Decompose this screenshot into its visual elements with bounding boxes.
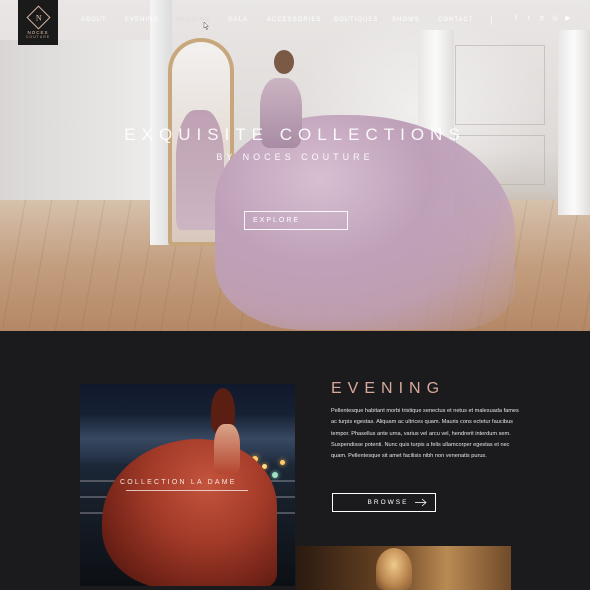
hero-subtitle: BY NOCES COUTURE xyxy=(216,152,374,162)
logo-diamond-icon: N xyxy=(25,4,51,30)
pinterest-icon[interactable]: p xyxy=(538,15,546,23)
twitter-icon[interactable]: t xyxy=(525,15,533,23)
nav-item-about[interactable]: ABOUT xyxy=(81,17,107,23)
hand-cursor-icon xyxy=(203,22,209,30)
gala-model xyxy=(376,548,412,590)
model-torso xyxy=(214,424,240,474)
explore-button[interactable]: EXPLORE xyxy=(244,211,348,230)
hero-column xyxy=(558,30,590,215)
social-links: f t p ◎ ▶ xyxy=(512,15,572,23)
logo-tagline: COUTURE xyxy=(25,34,51,39)
browse-button[interactable]: BROWSE xyxy=(332,493,436,512)
bokeh-light xyxy=(280,460,285,465)
collection-label[interactable]: COLLECTION LA DAME xyxy=(120,479,237,486)
nav-item-contact[interactable]: CONTACT xyxy=(438,17,474,23)
wall-panel xyxy=(455,45,545,125)
nav-item-accessories[interactable]: ACCESSORIES xyxy=(267,17,321,23)
nav-item-evening[interactable]: EVENING xyxy=(125,17,159,23)
bokeh-light xyxy=(272,472,278,478)
gala-collection-image[interactable] xyxy=(296,546,511,590)
nav-item-boutiques[interactable]: BOUTIQUES xyxy=(334,17,378,23)
instagram-icon[interactable]: ◎ xyxy=(551,15,559,23)
arrow-right-icon xyxy=(415,498,427,507)
browse-label: BROWSE xyxy=(367,499,409,506)
hero-model-head xyxy=(274,50,294,74)
youtube-icon[interactable]: ▶ xyxy=(564,15,572,23)
evening-title: EVENING xyxy=(331,380,446,397)
evening-description: Pellentesque habitant morbi tristique se… xyxy=(331,408,519,460)
nav-divider xyxy=(491,16,492,25)
brand-logo[interactable]: N NOCES COUTURE xyxy=(18,0,58,45)
hero-title: EXQUISITE COLLECTIONS xyxy=(124,125,466,144)
hero-banner: EXQUISITE COLLECTIONS BY NOCES COUTURE E… xyxy=(0,0,590,331)
nav-item-shows[interactable]: SHOWS xyxy=(392,17,420,23)
logo-initial: N xyxy=(35,12,41,22)
collection-label-underline xyxy=(126,490,248,491)
facebook-icon[interactable]: f xyxy=(512,15,520,23)
nav-item-gala[interactable]: GALA xyxy=(228,17,248,23)
